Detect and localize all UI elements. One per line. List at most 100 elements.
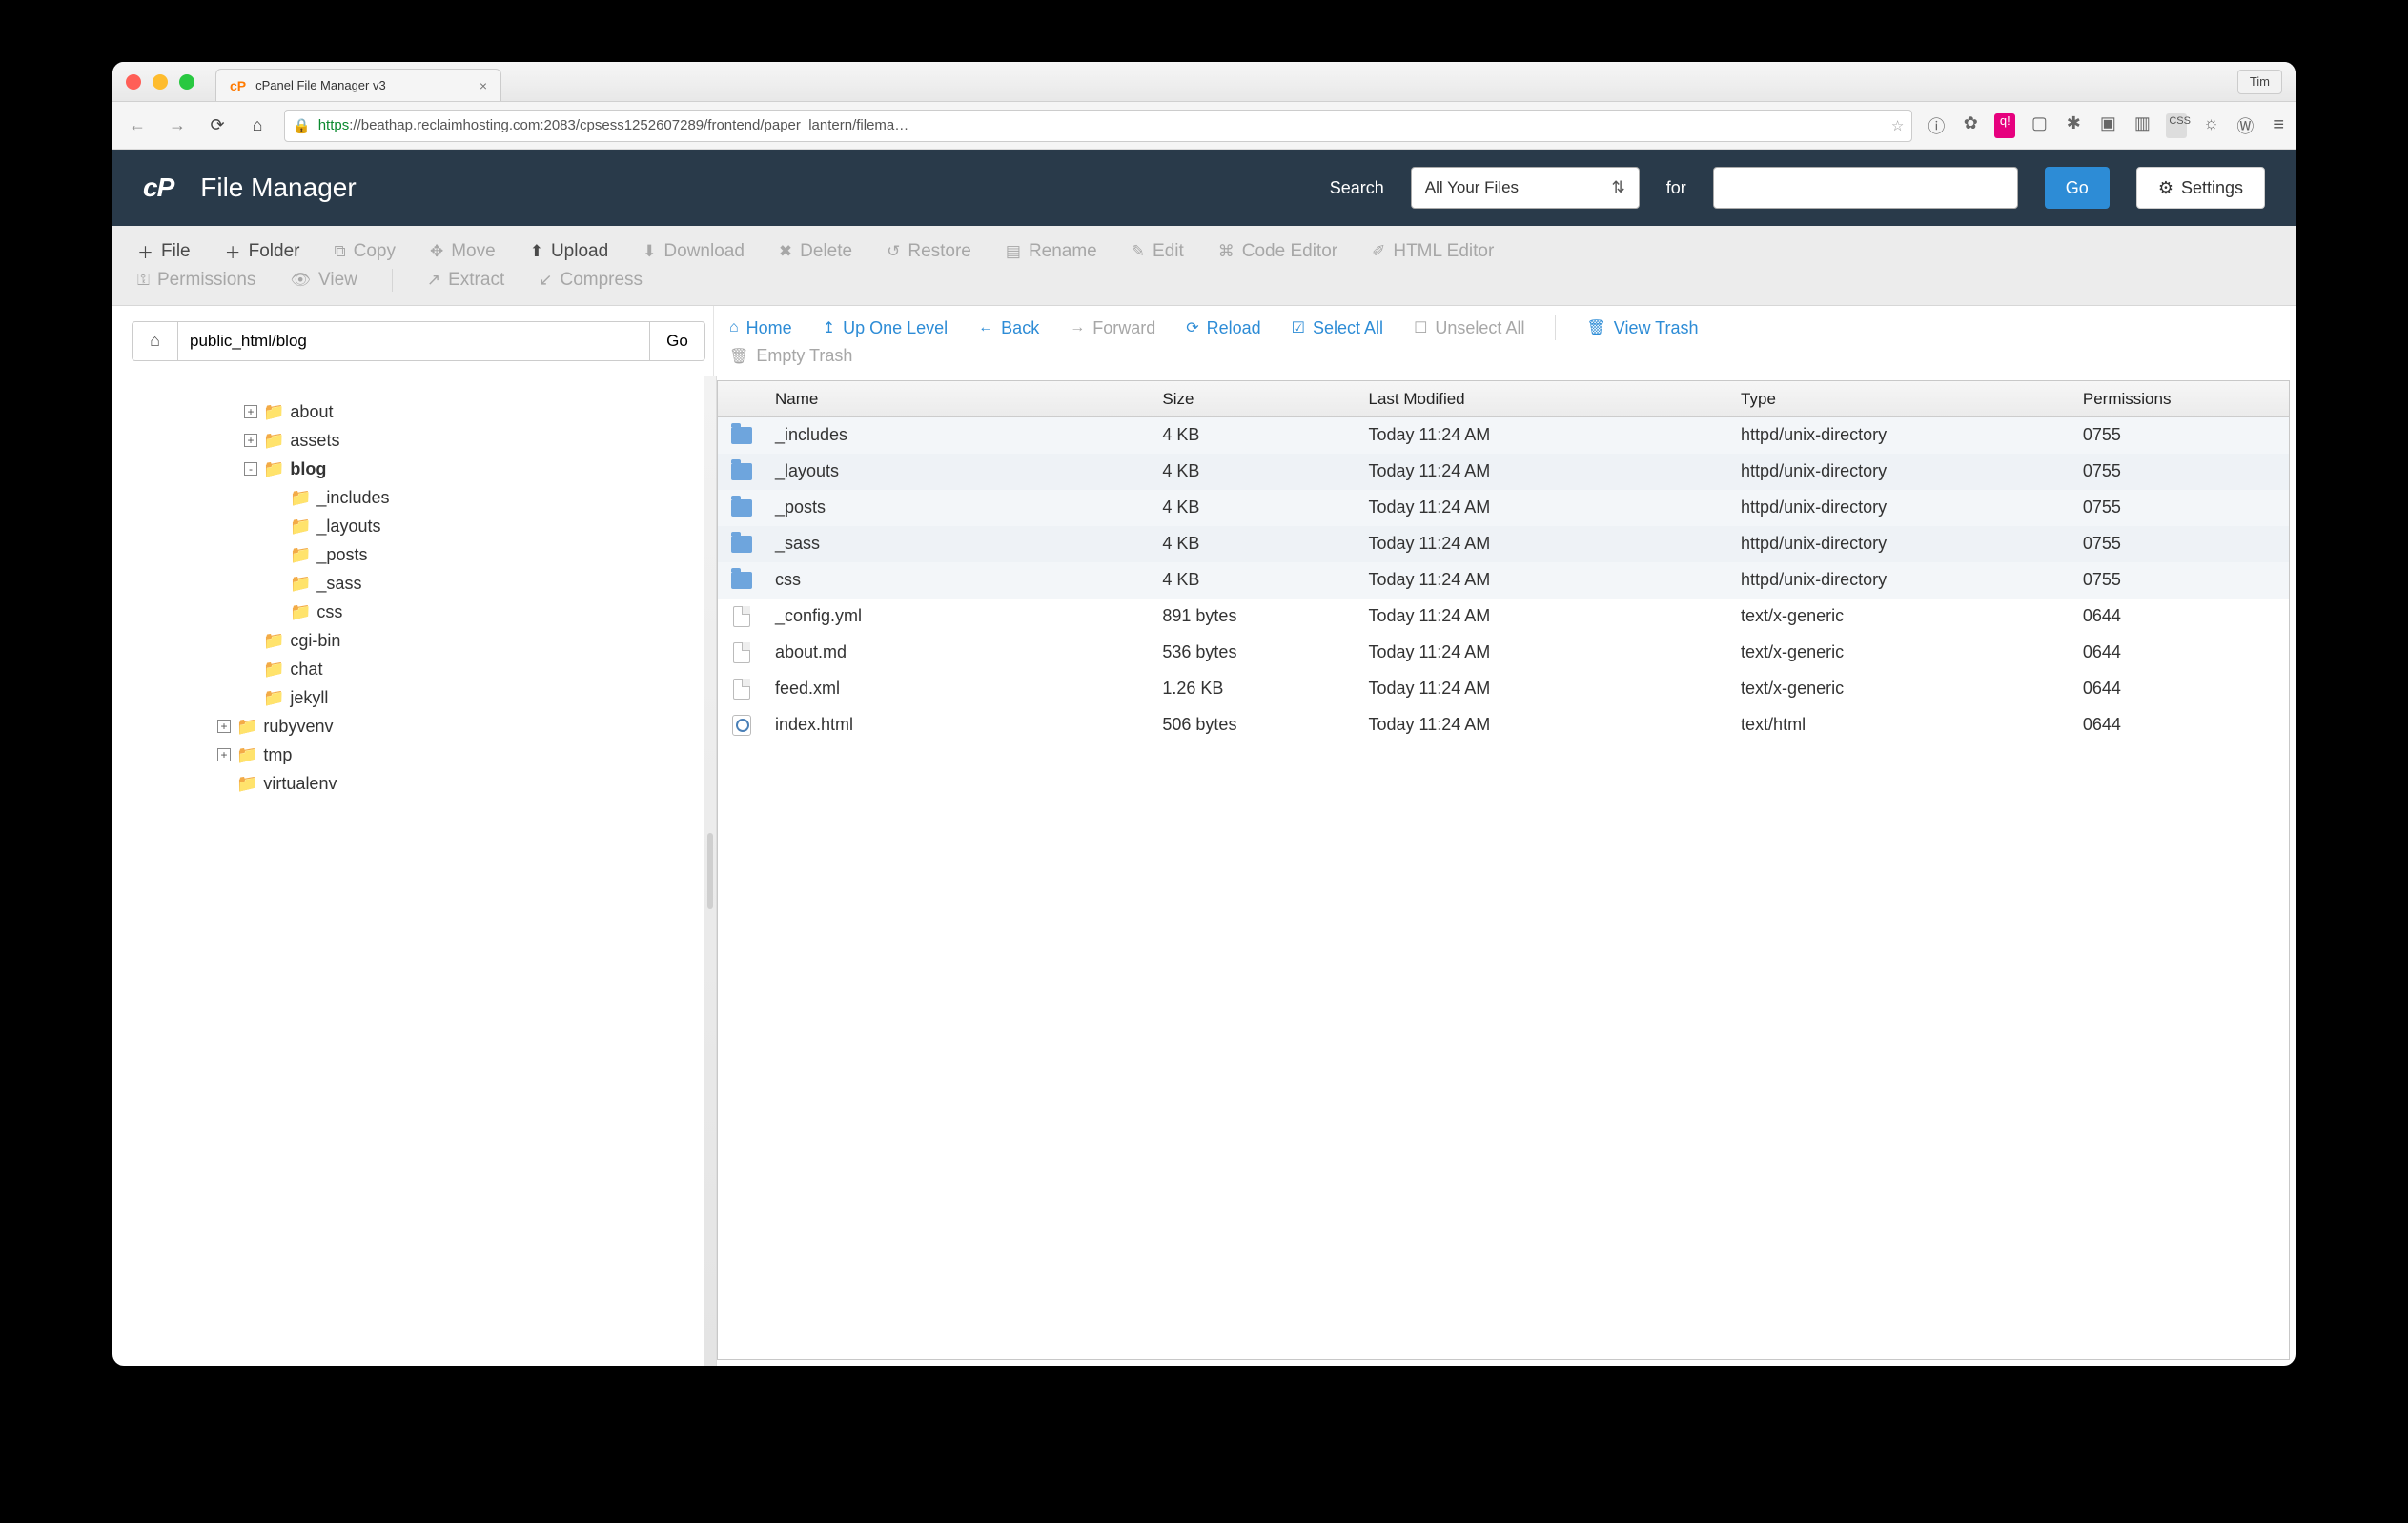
nav-reload[interactable]: ⟳Reload: [1186, 318, 1260, 338]
html-editor-button[interactable]: ✐HTML Editor: [1372, 239, 1494, 263]
table-row[interactable]: index.html506 bytesToday 11:24 AMtext/ht…: [718, 707, 2289, 743]
tree-item[interactable]: -📁blog: [217, 455, 694, 483]
file-permissions: 0755: [2083, 570, 2289, 590]
tree-item[interactable]: 📁virtualenv: [217, 769, 694, 798]
path-home-button[interactable]: ⌂: [132, 321, 177, 361]
nav-unselect-all[interactable]: ☐Unselect All: [1414, 318, 1524, 338]
tree-item[interactable]: +📁assets: [217, 426, 694, 455]
window-close-icon[interactable]: [126, 74, 141, 90]
chat-ext-icon[interactable]: ▢: [2029, 113, 2050, 138]
splitter-handle[interactable]: [704, 376, 717, 1366]
path-go-button[interactable]: Go: [650, 321, 705, 361]
table-row[interactable]: _layouts4 KBToday 11:24 AMhttpd/unix-dir…: [718, 454, 2289, 490]
tree-item[interactable]: 📁_includes: [217, 483, 694, 512]
nav-home[interactable]: ⌂Home: [729, 318, 792, 338]
file-type: httpd/unix-directory: [1741, 534, 2083, 554]
new-folder-button[interactable]: ＋Folder: [225, 239, 300, 263]
tree-item-label: _sass: [316, 574, 361, 594]
nav-forward[interactable]: →Forward: [1070, 318, 1155, 338]
restore-button[interactable]: ↺Restore: [887, 239, 971, 263]
nav-up[interactable]: ↥Up One Level: [823, 318, 948, 338]
evernote-ext-icon[interactable]: ✱: [2063, 113, 2084, 138]
permissions-button[interactable]: ⚿Permissions: [137, 269, 255, 292]
tree-item-label: cgi-bin: [290, 631, 340, 651]
for-label: for: [1666, 178, 1686, 198]
search-scope-select[interactable]: All Your Files ⇅: [1411, 167, 1640, 209]
copy-button[interactable]: ⧉Copy: [334, 239, 396, 263]
table-row[interactable]: feed.xml1.26 KBToday 11:24 AMtext/x-gene…: [718, 671, 2289, 707]
copy-icon: ⧉: [334, 242, 345, 261]
browser-profile-chip[interactable]: Tim: [2237, 70, 2282, 94]
expand-icon[interactable]: +: [217, 720, 231, 733]
omnibox[interactable]: 🔒 https://beathap.reclaimhosting.com:208…: [284, 110, 1912, 142]
folder-icon: 📁: [236, 717, 257, 737]
move-button[interactable]: ✥Move: [430, 239, 496, 263]
pink-ext-icon[interactable]: q!: [1994, 113, 2015, 138]
tree-item[interactable]: +📁rubyvenv: [217, 712, 694, 741]
tree-item[interactable]: 📁_layouts: [217, 512, 694, 540]
nav-back[interactable]: ←Back: [978, 318, 1039, 338]
nav-empty-trash[interactable]: 🗑Empty Trash: [729, 346, 2280, 366]
nav-back-icon[interactable]: ←: [124, 112, 151, 139]
collapse-icon[interactable]: -: [244, 462, 257, 476]
settings-button[interactable]: ⚙ Settings: [2136, 167, 2265, 209]
info-icon[interactable]: ⓘ: [1926, 113, 1947, 138]
col-perm-header[interactable]: Permissions: [2083, 390, 2289, 409]
window-minimize-icon[interactable]: [153, 74, 168, 90]
tree-item[interactable]: +📁about: [217, 397, 694, 426]
compress-button[interactable]: ↙Compress: [539, 269, 643, 292]
trash-icon: 🗑: [1586, 318, 1605, 337]
gear-icon[interactable]: ✿: [1960, 113, 1981, 138]
box-ext-icon[interactable]: ▣: [2097, 113, 2118, 138]
col-type-header[interactable]: Type: [1741, 390, 2083, 409]
tab-close-icon[interactable]: ×: [480, 78, 487, 93]
expand-icon[interactable]: +: [217, 748, 231, 762]
browser-menu-icon[interactable]: ≡: [2273, 114, 2284, 136]
expand-icon[interactable]: +: [244, 405, 257, 418]
shield-ext-icon[interactable]: ▥: [2132, 113, 2153, 138]
table-row[interactable]: _posts4 KBToday 11:24 AMhttpd/unix-direc…: [718, 490, 2289, 526]
col-size-header[interactable]: Size: [1162, 390, 1368, 409]
tree-item[interactable]: 📁_sass: [217, 569, 694, 598]
tree-item[interactable]: 📁css: [217, 598, 694, 626]
extract-button[interactable]: ↗Extract: [427, 269, 504, 292]
rename-button[interactable]: ▤Rename: [1006, 239, 1097, 263]
col-modified-header[interactable]: Last Modified: [1369, 390, 1742, 409]
file-permissions: 0755: [2083, 534, 2289, 554]
path-input[interactable]: [177, 321, 650, 361]
nav-home-icon[interactable]: ⌂: [244, 112, 271, 139]
browser-tab[interactable]: cP cPanel File Manager v3 ×: [215, 69, 501, 101]
search-go-button[interactable]: Go: [2045, 167, 2110, 209]
nav-reload-icon[interactable]: ⟳: [204, 112, 231, 139]
col-name-header[interactable]: Name: [775, 390, 1162, 409]
bookmark-star-icon[interactable]: ☆: [1891, 117, 1904, 134]
tree-item[interactable]: 📁_posts: [217, 540, 694, 569]
table-row[interactable]: _includes4 KBToday 11:24 AMhttpd/unix-di…: [718, 417, 2289, 454]
nav-view-trash[interactable]: 🗑View Trash: [1586, 318, 1698, 338]
table-row[interactable]: about.md536 bytesToday 11:24 AMtext/x-ge…: [718, 635, 2289, 671]
eye-icon: 👁: [290, 271, 311, 290]
css-ext-icon[interactable]: CSS: [2166, 113, 2187, 138]
sun-ext-icon[interactable]: ☼: [2200, 113, 2221, 138]
tree-item[interactable]: 📁cgi-bin: [217, 626, 694, 655]
file-size: 4 KB: [1162, 498, 1368, 518]
table-row[interactable]: _config.yml891 bytesToday 11:24 AMtext/x…: [718, 599, 2289, 635]
search-input[interactable]: [1713, 167, 2018, 209]
code-editor-button[interactable]: ⌘Code Editor: [1218, 239, 1337, 263]
nav-select-all[interactable]: ☑Select All: [1292, 318, 1383, 338]
tree-item-label: virtualenv: [263, 774, 337, 794]
wordpress-ext-icon[interactable]: Ⓦ: [2235, 113, 2255, 138]
view-button[interactable]: 👁View: [290, 269, 357, 292]
new-file-button[interactable]: ＋File: [137, 239, 191, 263]
tree-item[interactable]: 📁jekyll: [217, 683, 694, 712]
table-row[interactable]: _sass4 KBToday 11:24 AMhttpd/unix-direct…: [718, 526, 2289, 562]
edit-button[interactable]: ✎Edit: [1132, 239, 1184, 263]
download-button[interactable]: ⬇Download: [643, 239, 745, 263]
upload-button[interactable]: ⬆Upload: [530, 239, 608, 263]
tree-item[interactable]: 📁chat: [217, 655, 694, 683]
table-row[interactable]: css4 KBToday 11:24 AMhttpd/unix-director…: [718, 562, 2289, 599]
delete-button[interactable]: ✖Delete: [779, 239, 852, 263]
tree-item[interactable]: +📁tmp: [217, 741, 694, 769]
window-zoom-icon[interactable]: [179, 74, 194, 90]
expand-icon[interactable]: +: [244, 434, 257, 447]
